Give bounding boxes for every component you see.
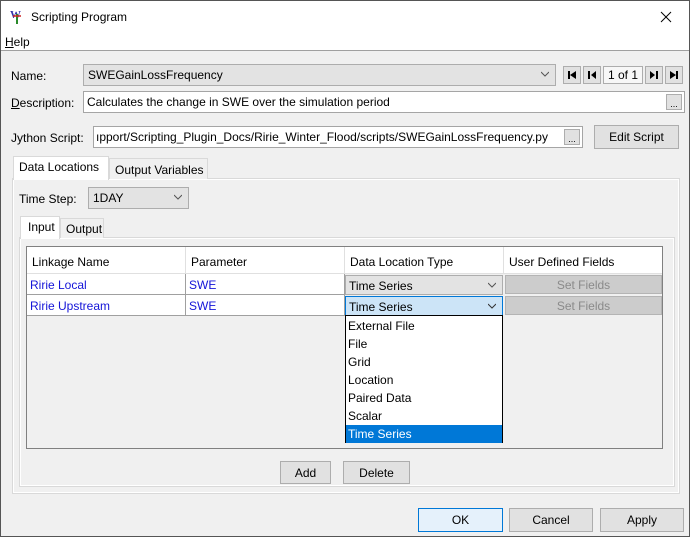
dropdown-option-location[interactable]: Location [346, 371, 502, 389]
dropdown-option-file[interactable]: File [346, 335, 502, 353]
first-icon [568, 71, 576, 79]
menu-help-mnemonic: H [5, 35, 14, 49]
description-label: Description: [11, 96, 74, 110]
previous-icon [588, 71, 596, 79]
table-row-2-type-value: Time Series [349, 300, 413, 314]
time-step-label: Time Step: [19, 192, 77, 206]
jython-script-field[interactable]: ıpport/Scripting_Plugin_Docs/Ririe_Winte… [93, 126, 583, 148]
jython-script-browse-button[interactable]: ... [564, 129, 580, 145]
jython-script-value: ıpport/Scripting_Plugin_Docs/Ririe_Winte… [96, 130, 548, 144]
jython-script-label: Jython Script: [11, 131, 84, 145]
time-step-value: 1DAY [93, 191, 124, 205]
description-label-text: escription: [19, 96, 75, 110]
title-bar: W Scripting Program [1, 1, 689, 32]
delete-button[interactable]: Delete [343, 461, 410, 484]
svg-text:W: W [10, 9, 21, 21]
table-row-1-type-combo[interactable]: Time Series [345, 275, 503, 295]
name-label: Name: [11, 69, 47, 83]
description-more-button[interactable]: ... [666, 94, 682, 110]
column-header-data-location-type[interactable]: Data Location Type [345, 247, 504, 274]
table-row-2-linkage[interactable]: Ririe Upstream [27, 295, 186, 316]
last-icon [670, 71, 678, 79]
table-row-2-set-fields-button[interactable]: Set Fields [505, 296, 662, 315]
apply-button[interactable]: Apply [600, 508, 684, 532]
next-record-button[interactable] [645, 66, 663, 84]
cancel-button[interactable]: Cancel [509, 508, 593, 532]
description-field[interactable]: Calculates the change in SWE over the si… [83, 91, 685, 113]
chevron-down-icon [488, 303, 496, 309]
description-mnemonic: D [11, 96, 20, 110]
table-row-1-parameter[interactable]: SWE [186, 274, 345, 295]
tab-output[interactable]: Output [60, 218, 104, 238]
tab-output-variables[interactable]: Output Variables [109, 158, 208, 179]
dropdown-option-scalar[interactable]: Scalar [346, 407, 502, 425]
last-record-button[interactable] [665, 66, 683, 84]
wat-app-icon: W [10, 8, 24, 24]
close-icon [660, 11, 672, 22]
menu-bar: Help [1, 32, 689, 51]
dropdown-option-paired-data[interactable]: Paired Data [346, 389, 502, 407]
ok-button[interactable]: OK [418, 508, 503, 532]
name-value: SWEGainLossFrequency [88, 68, 223, 82]
chevron-down-icon [541, 71, 549, 77]
record-counter: 1 of 1 [603, 66, 643, 84]
tab-input[interactable]: Input [20, 216, 60, 239]
dropdown-option-grid[interactable]: Grid [346, 353, 502, 371]
dropdown-option-time-series[interactable]: Time Series [346, 425, 502, 443]
next-icon [650, 71, 658, 79]
column-header-parameter[interactable]: Parameter [186, 247, 345, 274]
name-combo[interactable]: SWEGainLossFrequency [83, 64, 556, 86]
column-header-user-defined-fields[interactable]: User Defined Fields [504, 247, 662, 274]
chevron-down-icon [174, 194, 182, 200]
table-row-1-linkage[interactable]: Ririe Local [27, 274, 186, 295]
menu-help[interactable]: Help [5, 35, 30, 49]
add-button[interactable]: Add [280, 461, 331, 484]
description-value: Calculates the change in SWE over the si… [87, 95, 390, 109]
table-row-2-parameter[interactable]: SWE [186, 295, 345, 316]
menu-help-label: elp [13, 35, 30, 49]
tab-data-locations[interactable]: Data Locations [13, 156, 109, 180]
previous-record-button[interactable] [583, 66, 601, 84]
chevron-down-icon [488, 282, 496, 288]
edit-script-button[interactable]: Edit Script [594, 125, 679, 149]
dropdown-option-external-file[interactable]: External File [346, 317, 502, 335]
table-row-1-type-value: Time Series [349, 279, 413, 293]
table-row-2-type-combo[interactable]: Time Series [345, 296, 503, 316]
window-title: Scripting Program [31, 10, 128, 24]
time-step-combo[interactable]: 1DAY [88, 187, 189, 209]
close-button[interactable] [643, 1, 689, 32]
data-location-type-dropdown: External File File Grid Location Paired … [345, 315, 503, 443]
first-record-button[interactable] [563, 66, 581, 84]
scripting-program-window: W Scripting Program Help Name: SWEGainLo… [0, 0, 690, 537]
column-header-linkage-name[interactable]: Linkage Name [27, 247, 186, 274]
table-row-1-set-fields-button[interactable]: Set Fields [505, 275, 662, 294]
